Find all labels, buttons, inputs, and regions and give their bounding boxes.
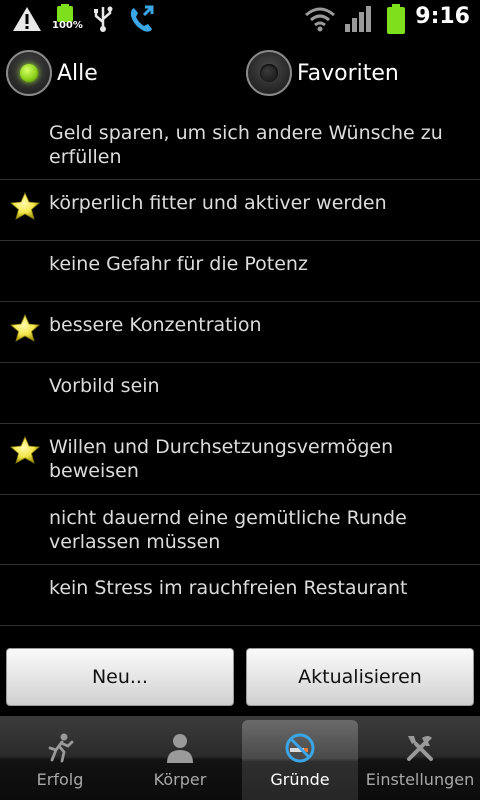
star-icon[interactable] [10, 436, 40, 464]
list-item[interactable]: keine Gefahr für die Potenz [0, 241, 480, 302]
refresh-button[interactable]: Aktualisieren [246, 648, 474, 706]
tab-erfolg[interactable]: Erfolg [0, 716, 120, 800]
reasons-list[interactable]: Geld sparen, um sich andere Wünsche zu e… [0, 110, 480, 644]
radio-dot [260, 64, 278, 82]
reason-text: körperlich fitter und aktiver werden [49, 192, 387, 214]
list-item[interactable]: Geld sparen, um sich andere Wünsche zu e… [0, 110, 480, 180]
wifi-icon [305, 7, 335, 32]
reason-text: Vorbild sein [49, 375, 160, 397]
tab-label: Einstellungen [365, 770, 475, 789]
list-item[interactable]: Willen und Durchsetzungsvermögen beweise… [0, 424, 480, 495]
list-item[interactable]: nicht dauernd eine gemütliche Runde verl… [0, 495, 480, 565]
list-item[interactable]: kein Stress im rauchfreien Restaurant [0, 565, 480, 626]
runner-icon [48, 733, 74, 763]
tab-koerper[interactable]: Körper [120, 716, 240, 800]
signal-icon [345, 6, 371, 32]
radio-button-all[interactable] [6, 50, 52, 96]
usb-icon [94, 6, 113, 32]
tab-label: Erfolg [36, 770, 84, 789]
new-button[interactable]: Neu... [6, 648, 234, 706]
star-icon[interactable] [10, 314, 40, 342]
button-bar: Neu... Aktualisieren [0, 644, 480, 716]
tab-einstellungen[interactable]: Einstellungen [360, 716, 480, 800]
tab-label: Gründe [270, 770, 330, 789]
reason-text: bessere Konzentration [49, 314, 262, 336]
reason-text: Geld sparen, um sich andere Wünsche zu e… [49, 122, 443, 168]
list-item[interactable]: bessere Konzentration [0, 302, 480, 363]
battery-icon [387, 4, 405, 34]
radio-button-favorites[interactable] [246, 50, 292, 96]
warning-icon [13, 7, 41, 31]
status-bar: 100% 9:16 [0, 0, 480, 38]
call-forward-icon [130, 5, 154, 32]
tab-gruende[interactable]: Gründe [242, 720, 358, 800]
no-smoking-icon [285, 733, 315, 763]
radio-label-all: Alle [57, 61, 98, 86]
reason-text: nicht dauernd eine gemütliche Runde verl… [49, 507, 407, 553]
tools-icon [407, 736, 433, 761]
radio-label-favorites: Favoriten [297, 61, 399, 86]
reason-text: Willen und Durchsetzungsvermögen beweise… [49, 436, 394, 482]
list-item[interactable]: Vorbild sein [0, 363, 480, 424]
person-icon [167, 734, 193, 763]
app-screen: 100% 9:16 Alle Favoriten Geld sparen, um… [0, 0, 480, 800]
tab-label: Körper [153, 770, 207, 789]
star-icon[interactable] [10, 192, 40, 220]
battery-percent: 100% [52, 20, 83, 31]
list-item[interactable]: körperlich fitter und aktiver werden [0, 180, 480, 241]
clock: 9:16 [415, 4, 470, 29]
reason-text: kein Stress im rauchfreien Restaurant [49, 577, 408, 599]
reason-text: keine Gefahr für die Potenz [49, 253, 308, 275]
radio-dot [20, 64, 38, 82]
filter-radio-group: Alle Favoriten [0, 40, 480, 108]
tab-bar: Erfolg Körper Gründe Einstellungen [0, 716, 480, 800]
